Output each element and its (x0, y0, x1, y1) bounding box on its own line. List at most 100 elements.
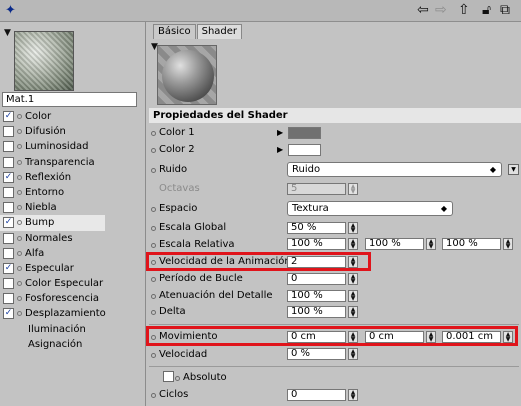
channel-checkbox[interactable] (3, 202, 14, 214)
escala-global-stepper[interactable]: ▲ ▼ (348, 222, 358, 234)
channel-item[interactable]: Alfa (0, 246, 146, 261)
velocidad-field[interactable]: 0 % (287, 348, 346, 360)
channel-checkbox[interactable]: ✓ (3, 308, 14, 320)
channel-label: Color Especular (25, 278, 104, 290)
escala-global-field[interactable]: 50 % (287, 222, 346, 234)
channel-item[interactable]: Normales (0, 231, 146, 246)
animation-dot-icon[interactable] (151, 277, 156, 282)
channel-item[interactable]: Color Especular (0, 276, 146, 291)
lock-icon[interactable]: 🔓︎ (482, 2, 491, 18)
channel-checkbox[interactable]: ✓ (3, 217, 14, 229)
menu-triangle-icon[interactable]: ▼ (4, 28, 11, 38)
tab-shader[interactable]: Shader (196, 24, 243, 39)
arrow-left-icon[interactable]: ⇦ (417, 2, 429, 18)
periodo-bucle-field[interactable]: 0 (287, 273, 346, 285)
divider (149, 324, 519, 325)
animation-dot-icon[interactable] (151, 310, 156, 315)
escala-relativa-x-field[interactable]: 100 % (287, 238, 346, 250)
channel-checkbox[interactable]: ✓ (3, 111, 14, 122)
channel-label: Bump (25, 217, 55, 229)
color2-swatch[interactable] (288, 144, 321, 156)
channel-item[interactable]: ✓ Reflexión (0, 170, 146, 185)
animation-dot-icon[interactable] (151, 226, 156, 231)
escala-relativa-x-stepper[interactable]: ▲ ▼ (348, 238, 358, 250)
channel-checkbox[interactable]: ✓ (3, 262, 14, 274)
tab-bar: Básico Shader (153, 24, 243, 39)
escala-relativa-z-stepper[interactable]: ▲ ▼ (503, 238, 513, 250)
material-extra-item[interactable]: Asignación (0, 337, 146, 352)
animation-dot-icon (17, 296, 22, 302)
channel-item[interactable]: Transparencia (0, 155, 146, 170)
top-toolbar: ✦ ⇦ ⇨ ⇧ 🔓︎ ⧉ (0, 0, 521, 22)
arrow-right-icon[interactable]: ⇨ (435, 2, 447, 18)
channel-item[interactable]: Luminosidad (0, 139, 146, 154)
shader-panel: Básico Shader ▼ Propiedades del Shader C… (146, 22, 521, 406)
animation-dot-icon (17, 159, 22, 165)
channel-checkbox[interactable] (3, 126, 14, 138)
section-title: Propiedades del Shader (149, 108, 521, 123)
escala-relativa-z-field[interactable]: 100 % (442, 238, 501, 250)
channel-item[interactable]: ✓ Bump (0, 215, 105, 231)
velocidad-stepper[interactable]: ▲ ▼ (348, 348, 358, 360)
channel-item[interactable]: ✓ Desplazamiento (0, 306, 146, 321)
arrow-up-icon[interactable]: ⇧ (458, 2, 470, 18)
ruido-dropdown[interactable]: Ruido ◆ (287, 162, 502, 177)
channel-checkbox[interactable]: ✓ (3, 171, 14, 183)
channel-checkbox[interactable] (3, 186, 14, 198)
animation-dot-icon[interactable] (151, 294, 156, 299)
absoluto-checkbox[interactable] (163, 371, 174, 382)
animation-dot-icon[interactable] (175, 376, 180, 381)
channel-item[interactable]: Difusión (0, 124, 146, 139)
new-window-icon[interactable]: ⧉ (500, 2, 510, 18)
material-preview[interactable] (14, 31, 74, 91)
expand-triangle-icon[interactable]: ▶ (277, 143, 283, 157)
ciclos-stepper[interactable]: ▲ ▼ (348, 389, 358, 401)
delta-stepper[interactable]: ▲ ▼ (348, 306, 358, 318)
animation-dot-icon[interactable] (151, 131, 156, 136)
channel-checkbox[interactable] (3, 247, 14, 259)
channel-item[interactable]: ✓ Especular (0, 261, 146, 276)
channel-item[interactable]: Fosforescencia (0, 291, 146, 306)
channel-list: ✓ Color Difusión Luminosidad Transparencia ✓ R… (0, 109, 146, 352)
material-extra-item[interactable]: Iluminación (0, 322, 146, 337)
animation-dot-icon[interactable] (151, 393, 156, 398)
channel-checkbox[interactable] (3, 232, 14, 244)
pin-icon[interactable]: ✦ (5, 3, 16, 18)
channel-item[interactable]: Niebla (0, 200, 146, 215)
periodo-bucle-stepper[interactable]: ▲ ▼ (348, 273, 358, 285)
channel-item[interactable]: Entorno (0, 185, 146, 200)
dropdown-arrow-icon: ◆ (489, 165, 496, 174)
animation-dot-icon[interactable] (151, 148, 156, 153)
color1-swatch[interactable] (288, 127, 321, 139)
escala-relativa-y-stepper[interactable]: ▲ ▼ (426, 238, 436, 250)
channel-checkbox[interactable] (3, 278, 14, 290)
animation-dot-icon (17, 220, 22, 226)
material-name-field[interactable]: Mat.1 (2, 92, 137, 107)
material-channel-panel: ▼ Mat.1 ✓ Color Difusión Luminosidad Transpa… (0, 22, 146, 406)
extra-item-label: Asignación (28, 338, 83, 350)
channel-checkbox[interactable] (3, 141, 14, 153)
atenuacion-field[interactable]: 100 % (287, 290, 346, 302)
channel-checkbox[interactable] (3, 156, 14, 168)
shader-preview[interactable] (157, 45, 217, 105)
espacio-dropdown[interactable]: Textura ◆ (287, 201, 453, 216)
expand-triangle-icon[interactable]: ▶ (277, 126, 283, 140)
animation-dot-icon[interactable] (151, 243, 156, 248)
channel-label: Difusión (25, 126, 66, 138)
channel-item[interactable]: ✓ Color (0, 109, 146, 124)
escala-relativa-y-field[interactable]: 100 % (365, 238, 424, 250)
animation-dot-icon (17, 235, 22, 241)
atenuacion-stepper[interactable]: ▲ ▼ (348, 290, 358, 302)
delta-field[interactable]: 100 % (287, 306, 346, 318)
divider (149, 366, 519, 367)
channel-label: Desplazamiento (25, 308, 106, 320)
ciclos-field[interactable]: 0 (287, 389, 346, 401)
octavas-field[interactable]: 5 (287, 183, 346, 195)
octavas-stepper[interactable]: ▲ ▼ (348, 183, 358, 195)
animation-dot-icon[interactable] (151, 207, 156, 212)
tab-basico[interactable]: Básico (153, 24, 196, 39)
animation-dot-icon[interactable] (151, 168, 156, 173)
channel-checkbox[interactable] (3, 293, 14, 305)
noise-menu-button[interactable]: ▼ (508, 164, 519, 175)
animation-dot-icon[interactable] (151, 353, 156, 358)
